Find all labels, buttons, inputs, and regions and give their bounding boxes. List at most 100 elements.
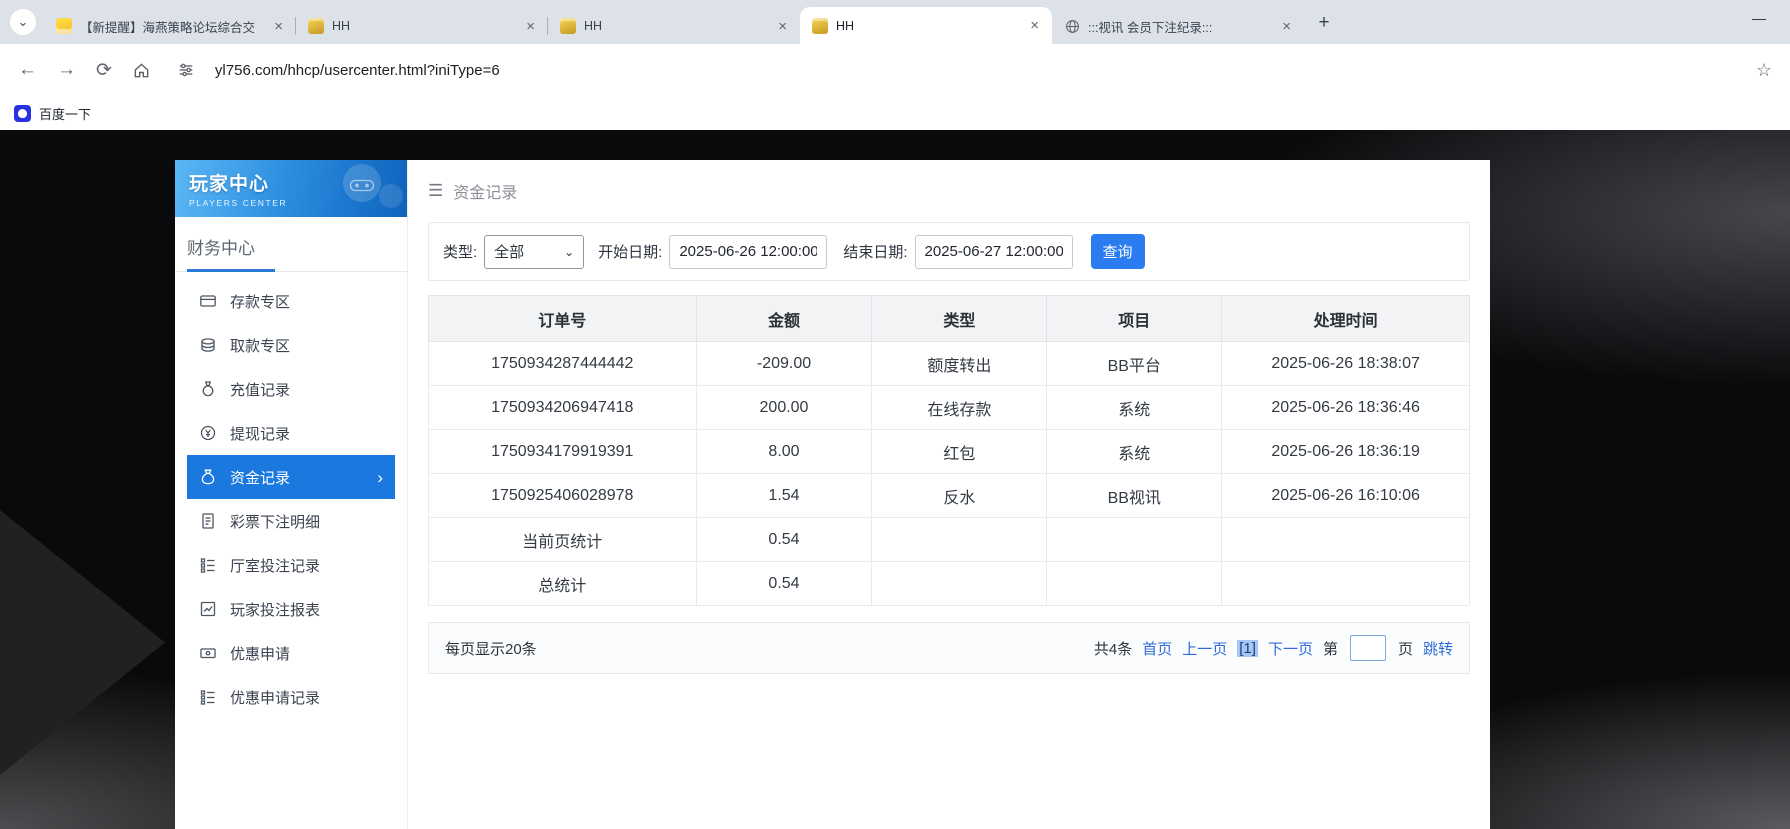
gamepad-icon [349, 176, 375, 199]
end-date-label: 结束日期: [843, 241, 907, 262]
tab-hh-1[interactable]: HH × [296, 8, 548, 44]
jump-suffix-label: 页 [1398, 638, 1413, 659]
close-icon[interactable]: × [523, 18, 538, 35]
document-icon [199, 512, 217, 530]
player-center-panel: 玩家中心 PLAYERS CENTER 财务中心 [175, 160, 1490, 829]
cell-project [1047, 518, 1222, 562]
page-jump-input[interactable] [1350, 635, 1386, 661]
jump-button[interactable]: 跳转 [1423, 638, 1453, 659]
bookmarks-bar: 百度一下 [0, 96, 1790, 130]
coin-icon [199, 424, 217, 442]
deposit-card-icon [199, 292, 217, 310]
sidebar-item-label: 存款专区 [230, 291, 290, 312]
end-date-input[interactable] [915, 235, 1073, 269]
next-page-link[interactable]: 下一页 [1268, 638, 1313, 659]
sidebar-item-label: 提现记录 [230, 423, 290, 444]
tab-search-button[interactable]: ⌄ [10, 9, 36, 35]
filter-bar: 类型: 全部 ⌄ 开始日期: 结束日期: 查询 [428, 222, 1470, 281]
cell-project: BB视讯 [1047, 474, 1222, 518]
decorative-triangle [0, 510, 165, 775]
address-bar[interactable]: yl756.com/hhcp/usercenter.html?iniType=6 [215, 62, 1736, 79]
start-date-input[interactable] [669, 235, 827, 269]
tab-label: HH [332, 19, 515, 33]
browser-toolbar: ← → ⟳ yl756.com/hhcp/usercenter.html?ini… [0, 44, 1790, 96]
column-header-project: 项目 [1047, 296, 1222, 342]
tab-label: 【新提醒】海燕策略论坛综合交 [80, 17, 263, 36]
table-row: 1750934179919391 8.00 红包 系统 2025-06-26 1… [429, 430, 1470, 474]
cell-order: 1750934179919391 [429, 430, 697, 474]
table-header-row: 订单号 金额 类型 项目 处理时间 [429, 296, 1470, 342]
sidebar-item-recharge-record[interactable]: 充值记录 [187, 367, 395, 411]
cell-order: 1750934206947418 [429, 386, 697, 430]
start-date-label: 开始日期: [598, 241, 662, 262]
close-icon[interactable]: × [271, 18, 286, 35]
cell-project [1047, 562, 1222, 606]
type-select-value: 全部 [494, 241, 524, 262]
back-button[interactable]: ← [18, 59, 37, 81]
pagination-controls: 共4条 首页 上一页 [1] 下一页 第 页 跳转 [1094, 635, 1453, 661]
cell-project: BB平台 [1047, 342, 1222, 386]
browser-window: ⌄ 【新提醒】海燕策略论坛综合交 × HH × HH × HH × [0, 0, 1790, 829]
main-content: ☰ 资金记录 类型: 全部 ⌄ 开始日期: 结束日期: 查询 [408, 160, 1490, 829]
sidebar-section-title: 财务中心 [175, 217, 407, 272]
money-bag-icon [199, 380, 217, 398]
prev-page-link[interactable]: 上一页 [1182, 638, 1227, 659]
sidebar-item-withdraw[interactable]: 取款专区 [187, 323, 395, 367]
close-icon[interactable]: × [775, 18, 790, 35]
sidebar-item-bet-report[interactable]: 玩家投注报表 [187, 587, 395, 631]
tab-video-records[interactable]: :::视讯 会员下注纪录::: × [1052, 8, 1304, 44]
tab-label: :::视讯 会员下注纪录::: [1088, 17, 1271, 36]
cell-amount: 200.00 [696, 386, 872, 430]
table-row-page-stats: 当前页统计 0.54 [429, 518, 1470, 562]
table-row-total-stats: 总统计 0.54 [429, 562, 1470, 606]
sidebar-item-deposit[interactable]: 存款专区 [187, 279, 395, 323]
page-background: 玩家中心 PLAYERS CENTER 财务中心 [0, 130, 1790, 829]
sidebar-item-funds-record[interactable]: 资金记录 › [187, 455, 395, 499]
type-select[interactable]: 全部 ⌄ [484, 235, 584, 269]
column-header-amount: 金额 [696, 296, 872, 342]
cell-amount: -209.00 [696, 342, 872, 386]
column-header-type: 类型 [872, 296, 1047, 342]
forward-button[interactable]: → [57, 59, 76, 81]
sidebar-item-withdraw-record[interactable]: 提现记录 [187, 411, 395, 455]
tab-favicon-globe-icon [1064, 18, 1080, 34]
sidebar-item-promo-record[interactable]: 优惠申请记录 [187, 675, 395, 719]
hamburger-icon[interactable]: ☰ [428, 181, 443, 201]
funds-bag-icon [199, 468, 217, 486]
cell-type: 额度转出 [872, 342, 1047, 386]
report-chart-icon [199, 600, 217, 618]
sidebar-menu: 存款专区 取款专区 充值记录 [175, 272, 407, 726]
list-icon [199, 556, 217, 574]
tab-forum[interactable]: 【新提醒】海燕策略论坛综合交 × [44, 8, 296, 44]
bookmark-star-icon[interactable]: ☆ [1756, 60, 1772, 81]
home-button[interactable] [132, 61, 151, 80]
window-minimize-button[interactable]: — [1752, 10, 1766, 26]
tab-label: HH [584, 19, 767, 33]
site-info-icon[interactable] [177, 61, 195, 79]
cell-type: 反水 [872, 474, 1047, 518]
tab-hh-2[interactable]: HH × [548, 8, 800, 44]
close-icon[interactable]: × [1279, 18, 1294, 35]
cell-order: 1750925406028978 [429, 474, 697, 518]
bookmark-baidu[interactable]: 百度一下 [39, 104, 91, 123]
new-tab-button[interactable]: + [1310, 9, 1338, 37]
cell-time: 2025-06-26 18:36:19 [1222, 430, 1470, 474]
sidebar-item-hall-bets[interactable]: 厅室投注记录 [187, 543, 395, 587]
table-row: 1750925406028978 1.54 反水 BB视讯 2025-06-26… [429, 474, 1470, 518]
chevron-right-icon: › [377, 469, 383, 486]
funds-table: 订单号 金额 类型 项目 处理时间 1750934287444442 -209.… [428, 295, 1470, 606]
sidebar-item-label: 取款专区 [230, 335, 290, 356]
sidebar-item-label: 玩家投注报表 [230, 599, 320, 620]
first-page-link[interactable]: 首页 [1142, 638, 1172, 659]
sidebar-item-lottery-bets[interactable]: 彩票下注明细 [187, 499, 395, 543]
sidebar-item-label: 厅室投注记录 [230, 555, 320, 576]
search-button[interactable]: 查询 [1091, 234, 1145, 269]
close-icon[interactable]: × [1027, 17, 1042, 34]
tab-hh-active[interactable]: HH × [800, 7, 1052, 44]
sidebar-item-promo-apply[interactable]: 优惠申请 [187, 631, 395, 675]
reload-button[interactable]: ⟳ [96, 59, 112, 82]
sidebar-header: 玩家中心 PLAYERS CENTER [175, 160, 407, 217]
cell-time: 2025-06-26 16:10:06 [1222, 474, 1470, 518]
chevron-down-icon: ⌄ [18, 14, 29, 30]
cell-order: 当前页统计 [429, 518, 697, 562]
